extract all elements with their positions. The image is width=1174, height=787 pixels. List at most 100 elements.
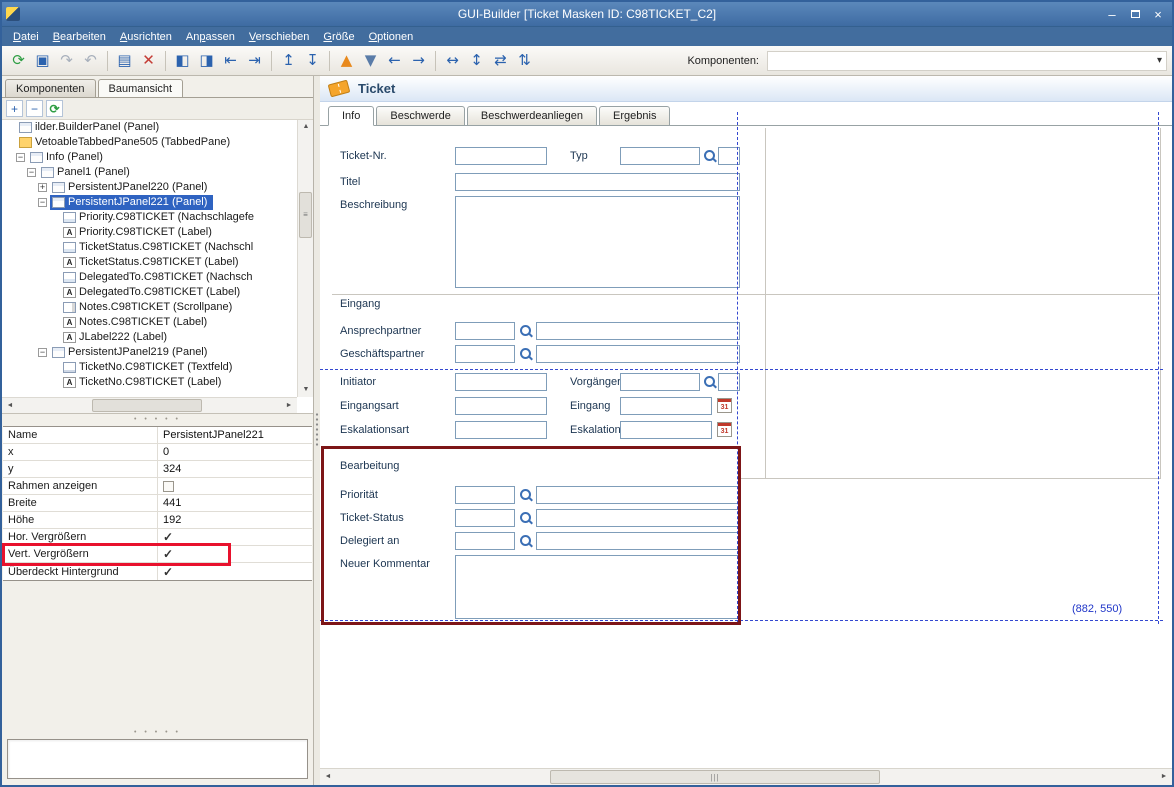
property-value[interactable]: ✓ [158,530,312,544]
property-row-rahmen-anzeigen[interactable]: Rahmen anzeigen [3,478,312,495]
tree-vertical-scrollbar[interactable]: ▲ ≡ ▼ [297,120,313,397]
refresh-button[interactable]: ⟳ [7,49,30,72]
tree-item[interactable]: ATicketStatus.C98TICKET (Label) [2,255,297,270]
property-value[interactable]: 441 [158,497,312,509]
property-value[interactable]: ✓ [158,547,312,561]
menu-datei[interactable]: Datei [6,31,46,43]
collapse-icon[interactable]: − [38,348,47,357]
tree-item[interactable]: DelegatedTo.C98TICKET (Nachsch [2,270,297,285]
undo-button[interactable]: ↶ [79,49,102,72]
tree-item[interactable]: Notes.C98TICKET (Scrollpane) [2,300,297,315]
collapse-icon[interactable]: − [38,198,47,207]
scroll-left-icon[interactable]: ◄ [320,770,336,784]
lookup-icon[interactable] [703,375,717,389]
move-right-button[interactable]: → [407,49,430,72]
property-value[interactable]: 0 [158,446,312,458]
distribute-vertical-button[interactable]: ⇅ [513,49,536,72]
vorgaenger-input[interactable] [620,373,700,391]
delegiert-an-input[interactable] [455,532,515,550]
scroll-up-icon[interactable]: ▲ [298,120,314,134]
beschreibung-textarea[interactable] [455,196,740,288]
property-row-höhe[interactable]: Höhe192 [3,512,312,529]
tree-item[interactable]: ilder.BuilderPanel (Panel) [2,120,297,135]
scroll-right-icon[interactable]: ► [281,399,297,413]
horizontal-splitter-2[interactable]: • • • • • [2,727,313,739]
delete-component-button[interactable]: ✕ [137,49,160,72]
maximize-button[interactable] [1125,6,1145,23]
expand-icon[interactable]: + [38,183,47,192]
ticket-status-input[interactable] [455,509,515,527]
align-top-button[interactable]: ↥ [277,49,300,72]
geschaeftspartner-name-input[interactable] [536,345,740,363]
scroll-right-icon[interactable]: ► [1156,770,1172,784]
prioritaet-text-input[interactable] [536,486,740,504]
save-button[interactable]: ▣ [31,49,54,72]
property-value[interactable]: ✓ [158,565,312,579]
ticket-nr-input[interactable] [455,147,547,165]
tree-item[interactable]: −Info (Panel) [2,150,297,165]
components-combobox[interactable]: ▾ [767,51,1167,71]
menu-ausrichten[interactable]: Ausrichten [113,31,179,43]
eskalationsart-input[interactable] [455,421,547,439]
lookup-icon[interactable] [519,511,533,525]
align-left-button[interactable]: ⇤ [219,49,242,72]
collapse-icon[interactable]: − [27,168,36,177]
geschaeftspartner-input[interactable] [455,345,515,363]
form-tab-ergebnis[interactable]: Ergebnis [599,106,670,125]
tree-refresh-button[interactable]: ⟳ [46,100,63,117]
tree-item[interactable]: ATicketNo.C98TICKET (Label) [2,375,297,390]
tree-item[interactable]: AJLabel222 (Label) [2,330,297,345]
tree-item[interactable]: Priority.C98TICKET (Nachschlagefe [2,210,297,225]
property-value[interactable] [158,481,312,492]
property-value[interactable]: 192 [158,514,312,526]
property-value[interactable]: 324 [158,463,312,475]
eskalation-datum-input[interactable] [620,421,712,439]
menu-größe[interactable]: Größe [316,31,361,43]
property-row-vert-vergrößern[interactable]: Vert. Vergrößern✓ [3,546,312,563]
scroll-down-icon[interactable]: ▼ [298,383,314,397]
move-left-button[interactable]: ← [383,49,406,72]
delegiert-an-text-input[interactable] [536,532,740,550]
prioritaet-input[interactable] [455,486,515,504]
lookup-icon[interactable] [519,324,533,338]
ansprechpartner-name-input[interactable] [536,322,740,340]
menu-anpassen[interactable]: Anpassen [179,31,242,43]
form-tab-beschwerde[interactable]: Beschwerde [376,106,465,125]
calendar-icon[interactable]: 31 [717,398,732,413]
menu-optionen[interactable]: Optionen [362,31,421,43]
tree-item[interactable]: TicketNo.C98TICKET (Textfeld) [2,360,297,375]
scroll-left-icon[interactable]: ◄ [2,399,18,413]
tree-vscroll-thumb[interactable]: ≡ [299,192,312,238]
menu-verschieben[interactable]: Verschieben [242,31,317,43]
ansprechpartner-input[interactable] [455,322,515,340]
eingangsart-input[interactable] [455,397,547,415]
property-row-breite[interactable]: Breite441 [3,495,312,512]
tree-item[interactable]: APriority.C98TICKET (Label) [2,225,297,240]
same-width-button[interactable]: ↔ [441,49,464,72]
property-row-name[interactable]: NamePersistentJPanel221 [3,427,312,444]
horizontal-splitter[interactable]: • • • • • [2,414,313,426]
pin-button[interactable]: ▼ [359,49,382,72]
tree-item[interactable]: ANotes.C98TICKET (Label) [2,315,297,330]
new-component-button[interactable]: ▤ [113,49,136,72]
close-button[interactable]: × [1148,6,1168,23]
lookup-icon[interactable] [519,534,533,548]
minimize-button[interactable]: – [1102,6,1122,23]
ticket-status-text-input[interactable] [536,509,740,527]
designer-hscroll-thumb[interactable]: ||| [550,770,880,784]
collapse-icon[interactable]: − [16,153,25,162]
eingang-datum-input[interactable] [620,397,712,415]
redo-button[interactable]: ↷ [55,49,78,72]
send-to-back-button[interactable]: ◨ [195,49,218,72]
tree-item[interactable]: −PersistentJPanel221 (Panel) [2,195,297,210]
property-value[interactable]: PersistentJPanel221 [158,429,312,441]
anchor-button[interactable]: ▲ [335,49,358,72]
align-right-button[interactable]: ⇥ [243,49,266,72]
collapse-all-button[interactable]: − [26,100,43,117]
titel-input[interactable] [455,173,740,191]
distribute-horizontal-button[interactable]: ⇄ [489,49,512,72]
checkbox-unchecked[interactable] [163,481,174,492]
property-row-überdeckt-hintergrund[interactable]: Überdeckt Hintergrund✓ [3,563,312,580]
expand-all-button[interactable]: + [6,100,23,117]
bring-to-front-button[interactable]: ◧ [171,49,194,72]
